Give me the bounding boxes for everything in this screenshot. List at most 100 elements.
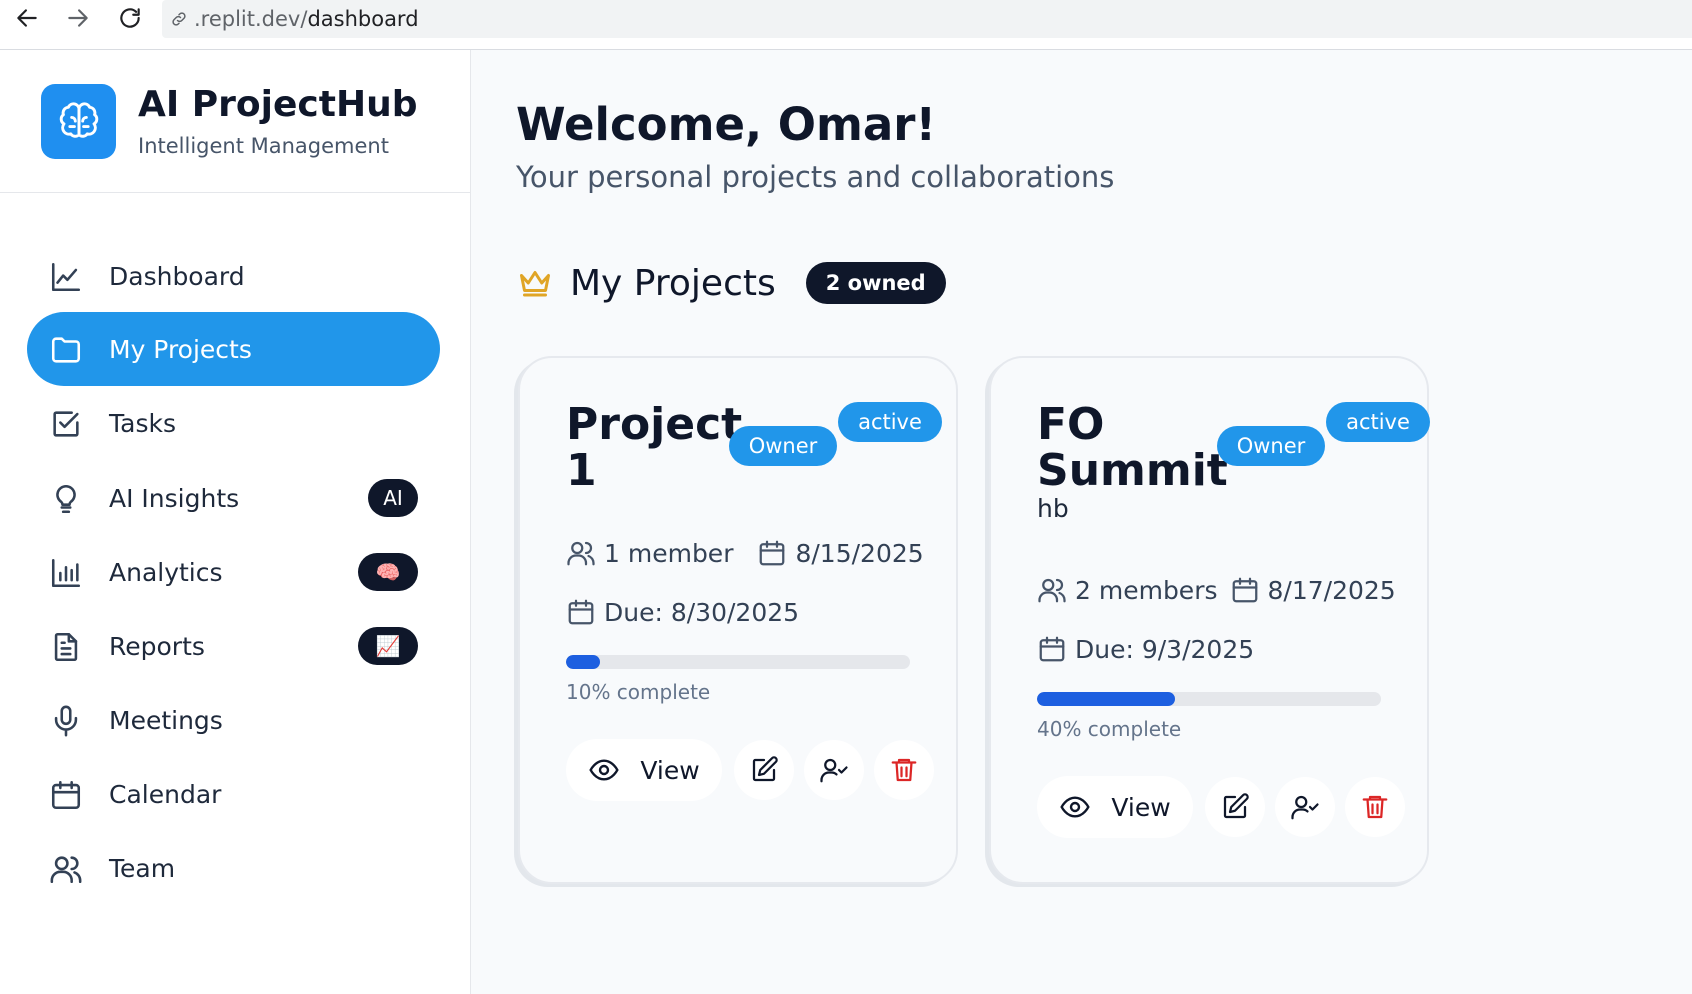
- document-icon: [49, 630, 83, 664]
- due-date: Due: 8/30/2025: [604, 597, 800, 627]
- brain-badge: 🧠: [358, 553, 418, 591]
- edit-button[interactable]: [1205, 777, 1265, 837]
- card-actions: View: [566, 739, 944, 801]
- page-subtitle: Your personal projects and collaboration…: [516, 160, 1115, 194]
- calendar-icon: [568, 599, 594, 625]
- sidebar-item-label: Tasks: [109, 408, 176, 438]
- main-content: Welcome, Omar! Your personal projects an…: [471, 50, 1692, 994]
- page-title: Welcome, Omar!: [516, 98, 936, 151]
- status-badge: active: [838, 402, 942, 442]
- card-actions: View: [1037, 776, 1415, 838]
- sidebar-item-label: Reports: [109, 631, 205, 661]
- brand-header: AI ProjectHub Intelligent Management: [0, 50, 470, 193]
- status-badge: active: [1326, 402, 1430, 442]
- brand-logo[interactable]: [41, 84, 116, 159]
- edit-icon: [752, 756, 778, 782]
- member-count: 2 members: [1075, 575, 1218, 605]
- arrow-right-icon: [68, 9, 88, 27]
- lightbulb-icon: [49, 482, 83, 516]
- project-meta-row: 1 member 8/15/2025: [566, 538, 924, 568]
- calendar-icon: [1232, 577, 1257, 603]
- due-date-row: Due: 9/3/2025: [1037, 634, 1254, 664]
- sidebar: AI ProjectHub Intelligent Management Das…: [0, 50, 471, 994]
- sidebar-item-label: Team: [109, 853, 176, 883]
- owned-count-badge: 2 owned: [805, 262, 946, 304]
- sidebar-item-label: Analytics: [109, 557, 223, 587]
- checkbox-icon: [49, 407, 83, 441]
- project-card[interactable]: FO Summit hb active Owner 2 members 8/17…: [989, 356, 1430, 884]
- view-label: View: [640, 755, 700, 785]
- calendar-icon: [49, 778, 83, 812]
- project-card[interactable]: Project 1 active Owner 1 member 8/15/202…: [518, 356, 958, 884]
- crown-icon: [520, 271, 550, 297]
- progress-bar: [566, 655, 910, 669]
- sidebar-item-label: AI Insights: [109, 483, 240, 513]
- calendar-icon: [760, 540, 785, 566]
- progress-fill: [1037, 692, 1175, 706]
- project-title: FO Summit: [1037, 399, 1228, 496]
- trash-icon: [1362, 795, 1388, 819]
- role-badge: Owner: [729, 426, 837, 466]
- brand-subtitle: Intelligent Management: [138, 134, 389, 158]
- sidebar-item-label: Calendar: [109, 779, 222, 809]
- section-title: My Projects: [570, 262, 776, 304]
- ai-badge: AI: [368, 479, 418, 517]
- edit-icon: [1223, 793, 1249, 819]
- due-date-row: Due: 8/30/2025: [566, 597, 799, 627]
- sidebar-item-team[interactable]: Team: [27, 831, 440, 905]
- sidebar-item-tasks[interactable]: Tasks: [27, 386, 440, 460]
- edit-button[interactable]: [734, 740, 794, 800]
- reload-icon: [120, 8, 140, 28]
- users-icon: [1038, 578, 1066, 603]
- progress-fill: [566, 655, 601, 669]
- bar-chart-icon: [49, 556, 83, 590]
- back-button[interactable]: [12, 3, 42, 33]
- sidebar-item-label: Dashboard: [109, 261, 245, 291]
- brand-title: AI ProjectHub: [138, 84, 418, 125]
- url-host: .replit.dev/: [194, 7, 308, 31]
- trash-icon: [891, 758, 917, 782]
- project-meta-row: 2 members 8/17/2025: [1037, 575, 1396, 605]
- assign-member-button[interactable]: [1275, 777, 1335, 837]
- start-date: 8/17/2025: [1267, 575, 1396, 605]
- role-badge: Owner: [1217, 426, 1325, 466]
- progress-bar: [1037, 692, 1381, 706]
- forward-button[interactable]: [63, 3, 93, 33]
- users-icon: [567, 541, 595, 566]
- sidebar-item-label: My Projects: [109, 334, 252, 364]
- view-button[interactable]: View: [1037, 776, 1193, 838]
- eye-icon: [1060, 796, 1091, 818]
- microphone-icon: [49, 704, 83, 738]
- address-bar[interactable]: .replit.dev/dashboard: [162, 0, 1692, 38]
- link-icon: [172, 12, 186, 26]
- chart-badge: 📈: [358, 627, 418, 665]
- progress-label: 40% complete: [1037, 717, 1182, 741]
- reload-button[interactable]: [115, 3, 145, 33]
- assign-member-button[interactable]: [804, 740, 864, 800]
- delete-button[interactable]: [874, 740, 934, 800]
- eye-icon: [589, 759, 620, 781]
- member-count: 1 member: [604, 538, 734, 568]
- users-icon: [49, 852, 83, 886]
- sidebar-item-meetings[interactable]: Meetings: [27, 683, 440, 757]
- sidebar-item-reports[interactable]: Reports 📈: [27, 609, 440, 683]
- arrow-left-icon: [17, 9, 37, 27]
- sidebar-item-my-projects[interactable]: My Projects: [27, 312, 440, 386]
- user-check-icon: [1291, 795, 1319, 820]
- project-title: Project 1: [566, 399, 743, 496]
- start-date: 8/15/2025: [795, 538, 924, 568]
- calendar-icon: [1039, 636, 1065, 662]
- view-button[interactable]: View: [566, 739, 722, 801]
- line-chart-icon: [49, 260, 83, 294]
- sidebar-item-ai-insights[interactable]: AI Insights AI: [27, 461, 440, 535]
- sidebar-item-calendar[interactable]: Calendar: [27, 757, 440, 831]
- progress-label: 10% complete: [566, 680, 711, 704]
- delete-button[interactable]: [1345, 777, 1405, 837]
- folder-icon: [49, 333, 83, 367]
- browser-toolbar: .replit.dev/dashboard: [0, 0, 1692, 50]
- url-path: dashboard: [307, 7, 419, 31]
- sidebar-item-dashboard[interactable]: Dashboard: [27, 239, 440, 313]
- due-date: Due: 9/3/2025: [1075, 634, 1255, 664]
- brain-icon: [59, 101, 98, 138]
- sidebar-item-analytics[interactable]: Analytics 🧠: [27, 535, 440, 609]
